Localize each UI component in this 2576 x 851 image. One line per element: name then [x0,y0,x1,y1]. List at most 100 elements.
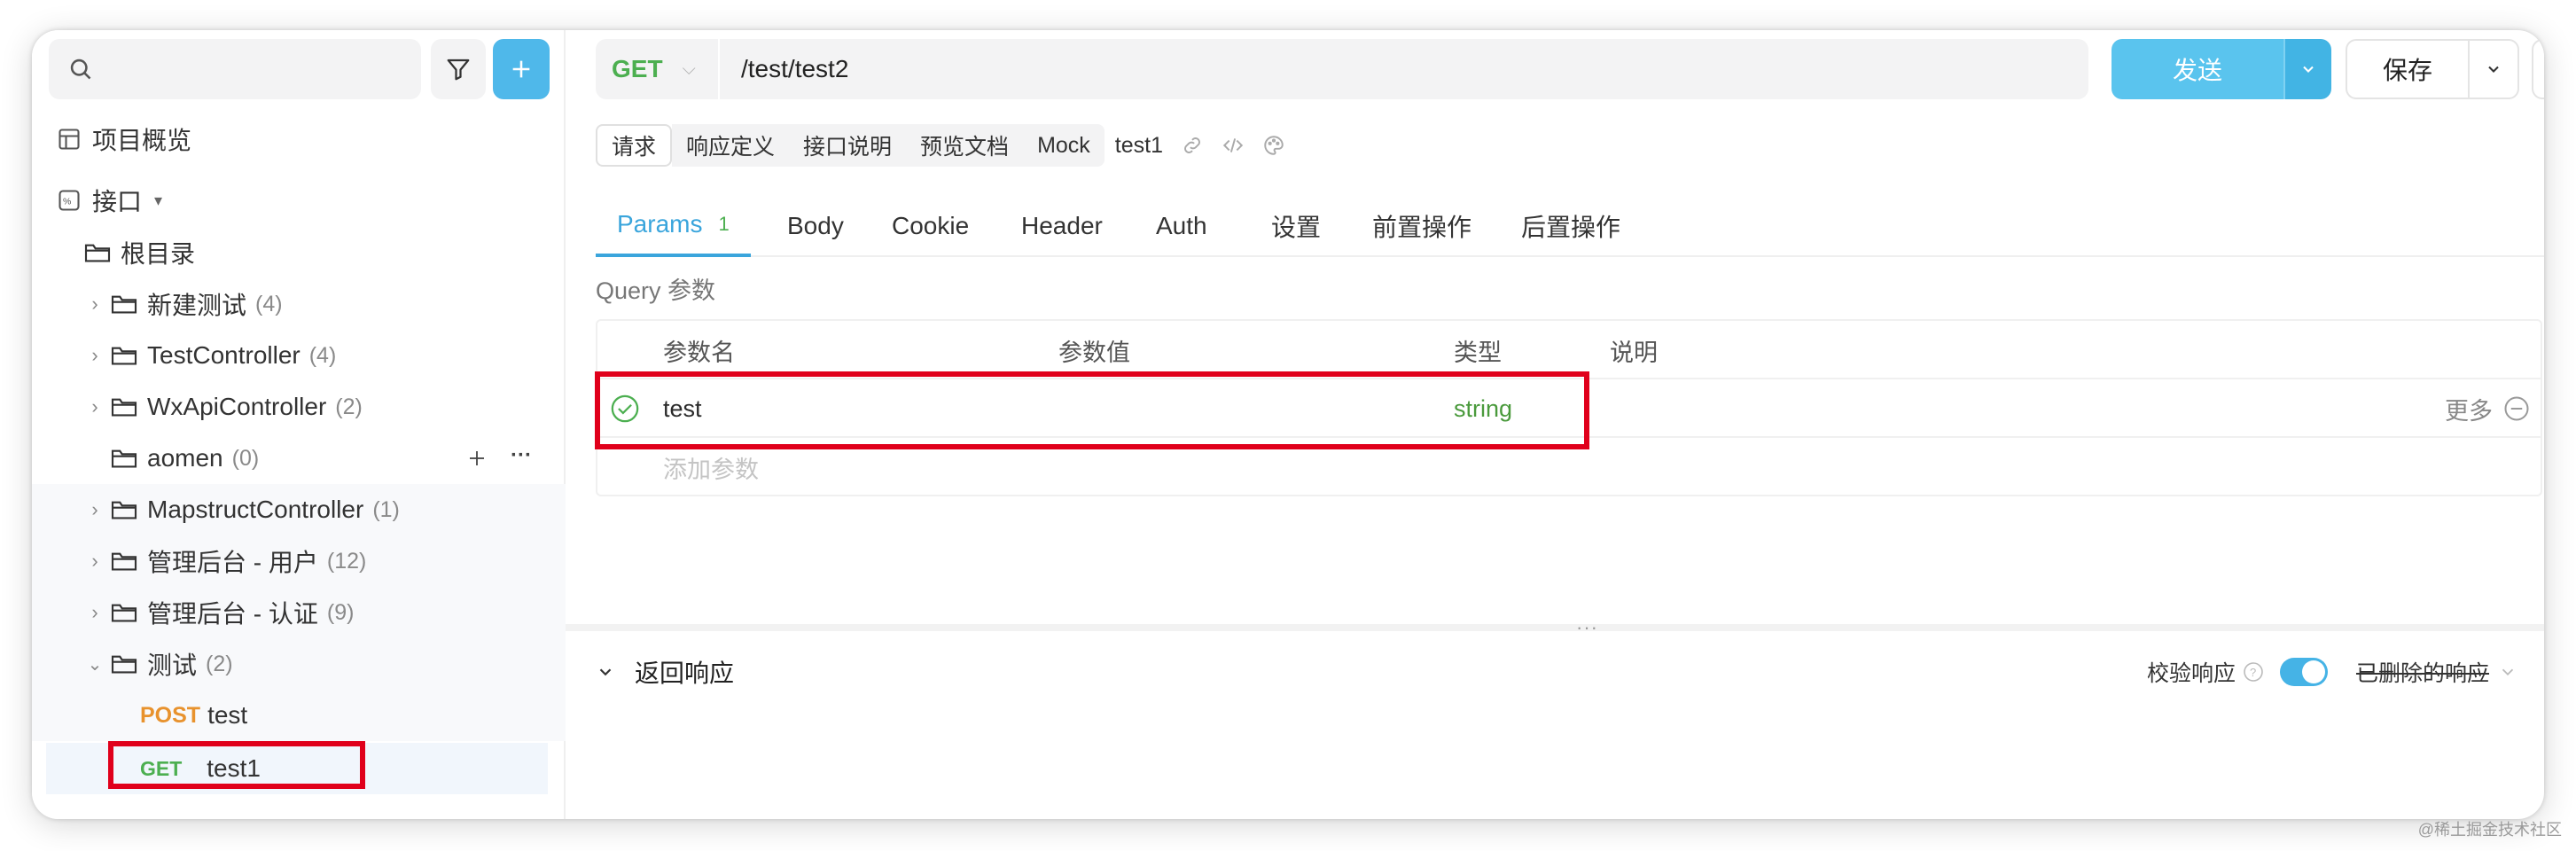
tab-badge: 1 [718,213,730,235]
tab-params[interactable]: Params 1 [596,195,751,257]
folder-count: (4) [308,342,337,368]
chevron-right-icon: › [91,498,98,520]
folder-root[interactable]: 根目录 [32,227,566,278]
folder-item[interactable]: › 管理后台 - 认证 (9) [32,587,566,638]
remove-param-button[interactable] [2503,379,2530,438]
folder-item[interactable]: aomen (0) ··· [32,433,566,484]
main-panel: GET ⌵ /test/test2 发送 保存 ··· 请求 响应定义 接口说明… [566,30,2544,819]
folder-label: WxApiController [147,393,327,420]
search-input[interactable] [104,39,405,99]
url-input[interactable]: /test/test2 [741,55,848,83]
request-subtabs: 请求 响应定义 接口说明 预览文档 Mock test1 [596,124,1285,167]
tab-pre-script[interactable]: 前置操作 [1372,195,1471,257]
response-title: 返回响应 [635,660,735,687]
svg-text:?: ? [2250,666,2256,679]
folder-count: (12) [326,548,367,574]
plus-icon [512,60,530,78]
validate-label: 校验响应 [2146,661,2236,686]
subtab-request[interactable]: 请求 [596,124,673,167]
more-icon[interactable]: ··· [511,443,532,468]
help-icon[interactable]: ? [2243,661,2264,683]
add-button[interactable] [493,39,550,99]
query-section-title: Query 参数 [596,277,716,304]
app-window: 项目概览 % 接口 ▾ 根目录 › 新建测试 (4) › TestControl… [32,30,2544,819]
folder-count: (0) [231,445,260,471]
chevron-right-icon: › [91,601,98,623]
folder-icon [111,398,137,417]
folder-label: 管理后台 - 认证 [147,600,318,628]
method-label: GET [612,55,663,82]
folder-count: (2) [335,394,363,419]
chevron-right-icon: › [91,550,98,572]
folder-item[interactable]: › 新建测试 (4) [32,278,566,330]
tab-post-script[interactable]: 后置操作 [1521,195,1620,257]
more-button[interactable]: ··· [2532,39,2544,99]
folder-count: (1) [372,496,400,522]
folder-icon [111,449,137,468]
folder-label: 根目录 [121,240,196,268]
validate-toggle[interactable] [2279,658,2328,686]
folder-item[interactable]: ⌄ 测试 (2) [32,638,566,690]
folder-icon [111,295,137,314]
subtab-api-desc[interactable]: 接口说明 [789,124,907,167]
folder-icon [111,347,137,365]
save-dropdown-button[interactable] [2468,39,2519,99]
filter-icon [447,59,470,81]
chevron-down-icon: ⌵ [682,59,696,79]
folder-item[interactable]: › 管理后台 - 用户 (12) [32,535,566,587]
folder-label: aomen [147,444,223,472]
filter-button[interactable] [431,39,486,99]
tab-settings[interactable]: 设置 [1271,195,1321,257]
tab-body[interactable]: Body [787,195,844,257]
drag-handle-icon[interactable]: ··· [1576,616,1598,639]
caret-down-icon: ▾ [154,191,163,209]
search-icon [70,59,91,80]
endpoint-label: test [207,701,248,729]
sidebar-item-api[interactable]: % 接口 ▾ [32,175,566,226]
folder-label: 管理后台 - 用户 [147,549,318,576]
link-icon[interactable] [1181,134,1204,157]
param-tabs: Params 1 Body Cookie Header Auth 设置 前置操作… [596,195,2544,257]
save-button[interactable]: 保存 [2346,39,2470,99]
highlight-box [108,741,365,789]
chevron-down-icon[interactable] [2498,662,2517,682]
method-select[interactable]: GET ⌵ [596,39,720,99]
chevron-down-icon: ⌄ [87,654,103,675]
api-icon: % [59,190,80,211]
folder-icon [111,552,137,571]
param-more-link[interactable]: 更多 [2445,379,2493,438]
code-icon[interactable] [1222,134,1245,157]
endpoint-name[interactable]: test1 [1115,133,1163,159]
search-box[interactable] [49,39,421,99]
folder-label: MapstructController [147,496,364,523]
palette-icon[interactable] [1262,134,1285,157]
subtab-preview-doc[interactable]: 预览文档 [906,124,1024,167]
chevron-down-icon [2303,66,2314,73]
folder-item[interactable]: › MapstructController (1) [32,484,566,535]
method-badge: POST [140,702,201,728]
folder-count: (2) [206,651,233,676]
folder-count: (4) [255,291,283,316]
chevron-down-icon [2488,66,2499,73]
subtab-response-def[interactable]: 响应定义 [672,124,790,167]
tab-auth[interactable]: Auth [1156,195,1207,257]
layout-icon [59,129,80,150]
folder-label: TestController [147,341,301,369]
tab-cookie[interactable]: Cookie [892,195,969,257]
tab-header[interactable]: Header [1021,195,1103,257]
plus-icon[interactable] [466,448,488,469]
deleted-responses-link[interactable]: 已删除的响应 [2356,656,2489,688]
panel-divider[interactable] [566,624,2544,631]
folder-item[interactable]: › WxApiController (2) [32,381,566,433]
chevron-right-icon: › [91,395,98,418]
sidebar-item-overview[interactable]: 项目概览 [32,113,566,165]
send-dropdown-button[interactable] [2283,39,2331,99]
folder-item[interactable]: › TestController (4) [32,330,566,381]
subtab-mock[interactable]: Mock [1023,124,1105,167]
response-header[interactable]: 返回响应 [596,651,734,693]
endpoint-item[interactable]: POST test [32,690,566,741]
url-bar[interactable]: GET ⌵ /test/test2 [596,39,2088,99]
sidebar: 项目概览 % 接口 ▾ 根目录 › 新建测试 (4) › TestControl… [32,30,566,819]
highlight-box [595,371,1589,449]
send-button[interactable]: 发送 [2112,39,2283,99]
